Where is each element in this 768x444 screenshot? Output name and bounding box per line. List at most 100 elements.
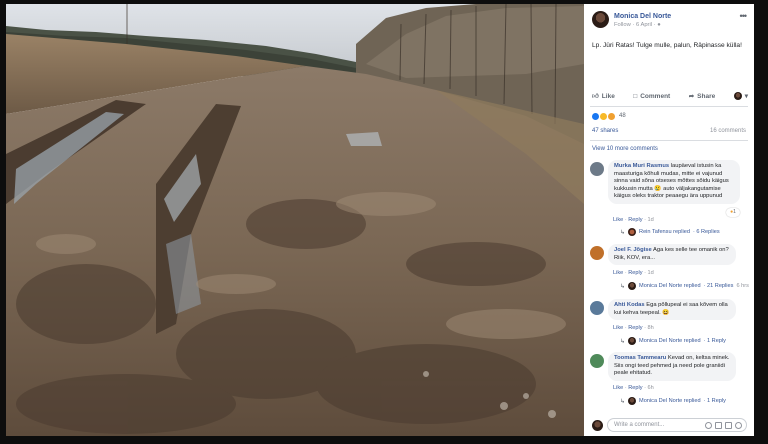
- commenter-name[interactable]: Murka Muri Rasmus: [614, 163, 669, 169]
- shares-link[interactable]: 47 shares: [592, 128, 618, 134]
- comment-age: 6h: [647, 385, 654, 391]
- muddy-road-image: [6, 4, 584, 436]
- share-button[interactable]: ➦ Share: [688, 92, 716, 101]
- comment-footer: Like · Reply · 1d: [613, 217, 654, 223]
- comment: Joel F. Jõgise Aga kes selle tee omanik …: [590, 244, 754, 296]
- reply-age: 6 hrs: [736, 283, 749, 289]
- comment-label: Comment: [640, 92, 671, 100]
- wow-icon: [600, 112, 607, 120]
- author-avatar[interactable]: [592, 11, 609, 28]
- comment-button[interactable]: □ Comment: [633, 93, 670, 100]
- ellipsis-icon[interactable]: •••: [740, 11, 748, 21]
- divider: [590, 106, 748, 107]
- commenter-name[interactable]: Ahti Kodas: [614, 302, 645, 308]
- commenter-name[interactable]: Joel F. Jõgise: [614, 247, 652, 253]
- reply-arrow-icon: ↳: [620, 338, 626, 345]
- gif-icon[interactable]: [725, 422, 732, 429]
- write-comment-bar: Write a comment...: [590, 418, 748, 432]
- comment-tools: [705, 422, 742, 429]
- reply-by: Rein Tafensu replied: [639, 229, 690, 235]
- emoji-icon[interactable]: [705, 422, 712, 429]
- author-name[interactable]: Monica Del Norte: [614, 13, 671, 20]
- facebook-photo-viewer: Monica Del Norte Follow · 6 April · ● ••…: [6, 4, 754, 436]
- profile-avatar: [733, 92, 742, 100]
- view-more-comments-link[interactable]: View 10 more comments: [592, 146, 658, 152]
- reactions-summary[interactable]: 48: [592, 111, 626, 121]
- comment-reply-link[interactable]: Reply: [628, 217, 642, 223]
- audience-selector[interactable]: ▾: [733, 92, 748, 100]
- comment-age: 1d: [647, 217, 654, 223]
- reaction-count: 48: [619, 113, 626, 119]
- share-icon: ➦: [688, 93, 695, 100]
- replier-avatar: [628, 228, 637, 236]
- commenter-avatar[interactable]: [590, 162, 604, 176]
- comment-bubble: Toomas Tammearu Kevad on, keltsa minek. …: [608, 352, 736, 381]
- commenter-avatar[interactable]: [590, 301, 604, 315]
- post-sidebar: Monica Del Norte Follow · 6 April · ● ••…: [584, 4, 754, 436]
- comment-footer: Like · Reply · 1d: [613, 270, 654, 276]
- post-meta: Follow · 6 April · ●: [614, 22, 661, 28]
- replier-avatar: [628, 282, 637, 290]
- follow-link[interactable]: Follow: [614, 22, 631, 28]
- commenter-name[interactable]: Toomas Tammearu: [614, 355, 666, 361]
- comment-footer: Like · Reply · 6h: [613, 385, 654, 391]
- share-label: Share: [697, 92, 716, 100]
- reply-by: Monica Del Norte replied: [639, 398, 701, 404]
- comment: Toomas Tammearu Kevad on, keltsa minek. …: [590, 352, 748, 412]
- replies-link[interactable]: ↳ Monica Del Norte replied · 1 Reply: [620, 337, 726, 345]
- like-icon: [592, 112, 599, 120]
- reply-count: · 1 Reply: [703, 338, 726, 344]
- commenter-avatar[interactable]: [590, 354, 604, 368]
- comments-link[interactable]: 16 comments: [710, 128, 746, 134]
- comment: Murka Muri Rasmus laupäeval istusin ka m…: [590, 160, 748, 240]
- comment-like-link[interactable]: Like: [613, 325, 623, 331]
- profile-avatar: [592, 420, 603, 431]
- post-text: Lp. Jüri Ratas! Tulge mulle, palun, Räpi…: [592, 42, 742, 49]
- comment-placeholder: Write a comment...: [614, 422, 665, 428]
- post-stats: 47 shares 16 comments: [592, 128, 746, 137]
- comment-input[interactable]: Write a comment...: [607, 418, 747, 432]
- reply-by: Monica Del Norte replied: [639, 283, 701, 289]
- replier-avatar: [628, 337, 637, 345]
- comment-reply-link[interactable]: Reply: [628, 325, 642, 331]
- chevron-down-icon: ▾: [744, 93, 748, 100]
- comment-age: 1d: [647, 270, 654, 276]
- reply-count: · 6 Replies: [692, 229, 720, 235]
- haha-icon: [608, 112, 615, 120]
- comment-age: 8h: [647, 325, 654, 331]
- comment-like-link[interactable]: Like: [613, 217, 623, 223]
- reply-arrow-icon: ↳: [620, 229, 626, 236]
- sticker-icon[interactable]: [735, 422, 742, 429]
- post-actions: 👍︎ Like □ Comment ➦ Share ▾: [592, 89, 748, 103]
- reply-arrow-icon: ↳: [620, 398, 626, 405]
- comment-reply-link[interactable]: Reply: [628, 270, 642, 276]
- like-button[interactable]: 👍︎ Like: [592, 92, 615, 101]
- comment: Ahti Kodas Ega põllupeal ei saa kõvem ol…: [590, 299, 748, 349]
- post-header: Monica Del Norte Follow · 6 April · ● ••…: [592, 11, 748, 33]
- reply-count: · 1 Reply: [703, 398, 726, 404]
- replies-link[interactable]: ↳ Monica Del Norte replied · 1 Reply: [620, 397, 726, 405]
- comment-reply-link[interactable]: Reply: [628, 385, 642, 391]
- comment-like-link[interactable]: Like: [613, 270, 623, 276]
- replies-link[interactable]: ↳ Monica Del Norte replied · 21 Replies …: [620, 282, 749, 290]
- comment-icon: □: [633, 92, 638, 100]
- reply-by: Monica Del Norte replied: [639, 338, 701, 344]
- globe-icon: ●: [657, 22, 661, 28]
- like-label: Like: [601, 92, 615, 100]
- post-date[interactable]: 6 April: [636, 22, 652, 28]
- comment-like-link[interactable]: Like: [613, 385, 623, 391]
- post-photo[interactable]: [6, 4, 584, 436]
- comment-reaction-badge[interactable]: ●1: [726, 208, 740, 217]
- replier-avatar: [628, 397, 637, 405]
- comment-bubble: Murka Muri Rasmus laupäeval istusin ka m…: [608, 160, 740, 204]
- comment-footer: Like · Reply · 8h: [613, 325, 654, 331]
- thumbs-up-icon: 👍︎: [592, 93, 599, 100]
- camera-icon[interactable]: [715, 422, 722, 429]
- reply-arrow-icon: ↳: [620, 283, 626, 290]
- comment-bubble: Joel F. Jõgise Aga kes selle tee omanik …: [608, 244, 736, 265]
- divider: [590, 140, 748, 141]
- replies-link[interactable]: ↳ Rein Tafensu replied · 6 Replies: [620, 228, 720, 236]
- commenter-avatar[interactable]: [590, 246, 604, 260]
- reply-count: · 21 Replies: [703, 283, 734, 289]
- comment-bubble: Ahti Kodas Ega põllupeal ei saa kõvem ol…: [608, 299, 736, 320]
